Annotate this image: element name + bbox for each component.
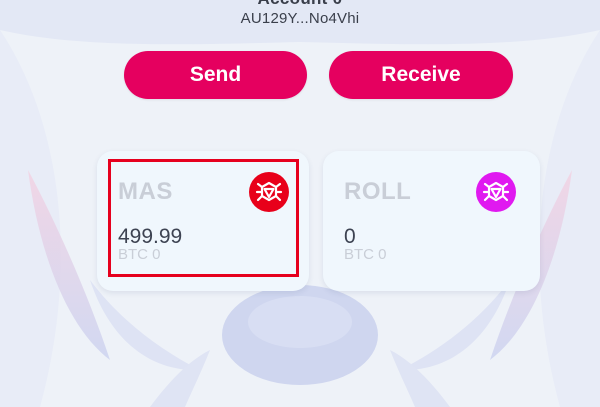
token-symbol: ROLL: [344, 178, 412, 205]
receive-button[interactable]: Receive: [329, 51, 513, 99]
wallet-address[interactable]: AU129Y...No4Vhi: [0, 10, 600, 27]
massa-bug-icon: [249, 172, 289, 212]
token-card-mas[interactable]: MAS 499.99 BTC 0: [97, 151, 309, 291]
token-btc-value: BTC 0: [118, 246, 161, 263]
token-card-roll[interactable]: ROLL 0 BTC 0: [323, 151, 540, 291]
account-title: Account 0: [0, 0, 600, 9]
token-symbol: MAS: [118, 178, 173, 205]
send-button[interactable]: Send: [124, 51, 307, 99]
roll-bug-icon: [476, 172, 516, 212]
token-btc-value: BTC 0: [344, 246, 387, 263]
